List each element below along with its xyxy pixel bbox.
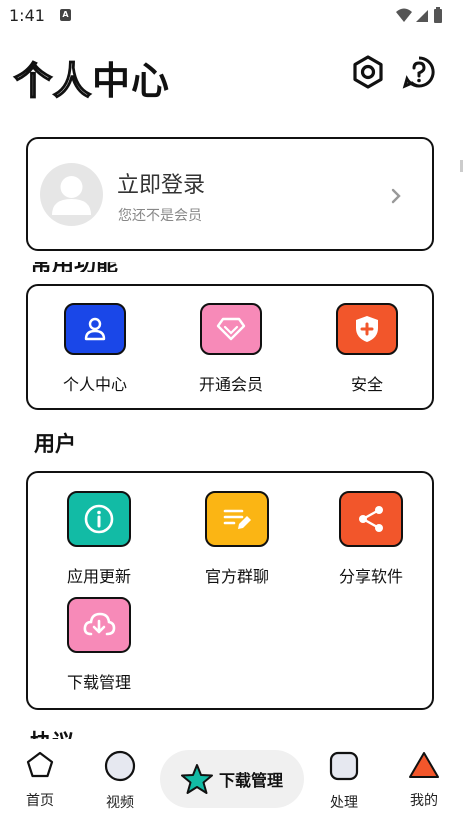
nav-mine[interactable]: 我的 [389, 750, 459, 810]
quick-action-label: 个人中心 [62, 375, 127, 394]
login-title: 立即登录 [117, 173, 206, 198]
section-title-user: 用户 [34, 432, 76, 456]
page-title-outline: 个人 [13, 58, 93, 104]
scrollbar[interactable] [460, 160, 463, 172]
nav-process[interactable]: 处理 [309, 750, 379, 812]
section-header-peek-bottom-text: 协议 [30, 731, 74, 739]
nav-mine-label: 我的 [410, 793, 438, 809]
nav-download-manager[interactable]: 下载管理 [160, 750, 304, 808]
star-icon [180, 764, 213, 794]
status-time: 1:41 [9, 6, 45, 25]
document-edit-icon [205, 491, 269, 547]
help-button[interactable] [399, 52, 439, 92]
user-placeholder-icon [52, 176, 91, 215]
info-icon [67, 491, 131, 547]
cloud-download-icon [67, 597, 131, 653]
nav-process-label: 处理 [330, 795, 358, 811]
quick-action-label: 开通会员 [198, 375, 263, 394]
settings-button[interactable] [348, 52, 388, 92]
rounded-square-icon [329, 751, 359, 781]
quick-action-security[interactable]: 安全 [317, 303, 417, 395]
quick-action-personal-center[interactable]: 个人中心 [45, 303, 145, 395]
user-action-label: 分享软件 [338, 567, 403, 586]
quick-actions-card: 个人中心 开通会员 安全 [26, 284, 434, 410]
page-title-solid: 中心 [92, 59, 171, 103]
system-status-icons [396, 7, 442, 23]
circle-icon [104, 750, 136, 782]
avatar [40, 163, 103, 226]
quick-action-vip[interactable]: 开通会员 [181, 303, 281, 395]
user-action-label: 应用更新 [66, 567, 131, 586]
share-icon [339, 491, 403, 547]
login-card[interactable]: 立即登录 您还不是会员 [26, 137, 434, 251]
user-action-app-update[interactable]: 应用更新 [49, 491, 149, 587]
section-header-peek-text: 常用功能 [30, 262, 118, 272]
nav-download-manager-label: 下载管理 [218, 771, 283, 790]
chevron-right-icon [391, 188, 401, 204]
shield-icon [336, 303, 398, 355]
user-action-official-group[interactable]: 官方群聊 [187, 491, 287, 587]
nav-video[interactable]: 视频 [85, 750, 155, 812]
section-header-peek: 常用功能 [30, 262, 118, 272]
nav-video-label: 视频 [106, 795, 134, 811]
page-title: 个人中心 [13, 50, 171, 105]
triangle-icon [409, 752, 439, 778]
quick-action-label: 安全 [350, 375, 383, 394]
status-bar: 1:41 A [0, 0, 464, 32]
user-action-download-manager[interactable]: 下载管理 [49, 597, 149, 693]
gear-icon [353, 55, 383, 89]
user-action-share-app[interactable]: 分享软件 [321, 491, 421, 587]
user-actions-card: 应用更新 官方群聊 分享软件 下载管理 [26, 471, 434, 710]
nav-home[interactable]: 首页 [5, 750, 75, 810]
nav-home-label: 首页 [26, 793, 54, 809]
bottom-navigation: 首页 视频 下载管理 处理 我的 [0, 740, 464, 824]
person-icon [64, 303, 126, 355]
pentagon-icon [26, 751, 54, 778]
sim-icon: A [60, 9, 71, 21]
diamond-icon [200, 303, 262, 355]
section-header-peek-bottom: 协议 [30, 727, 74, 739]
user-action-label: 下载管理 [66, 673, 131, 692]
user-action-label: 官方群聊 [204, 567, 269, 586]
help-icon [402, 56, 435, 89]
membership-status: 您还不是会员 [118, 208, 202, 224]
